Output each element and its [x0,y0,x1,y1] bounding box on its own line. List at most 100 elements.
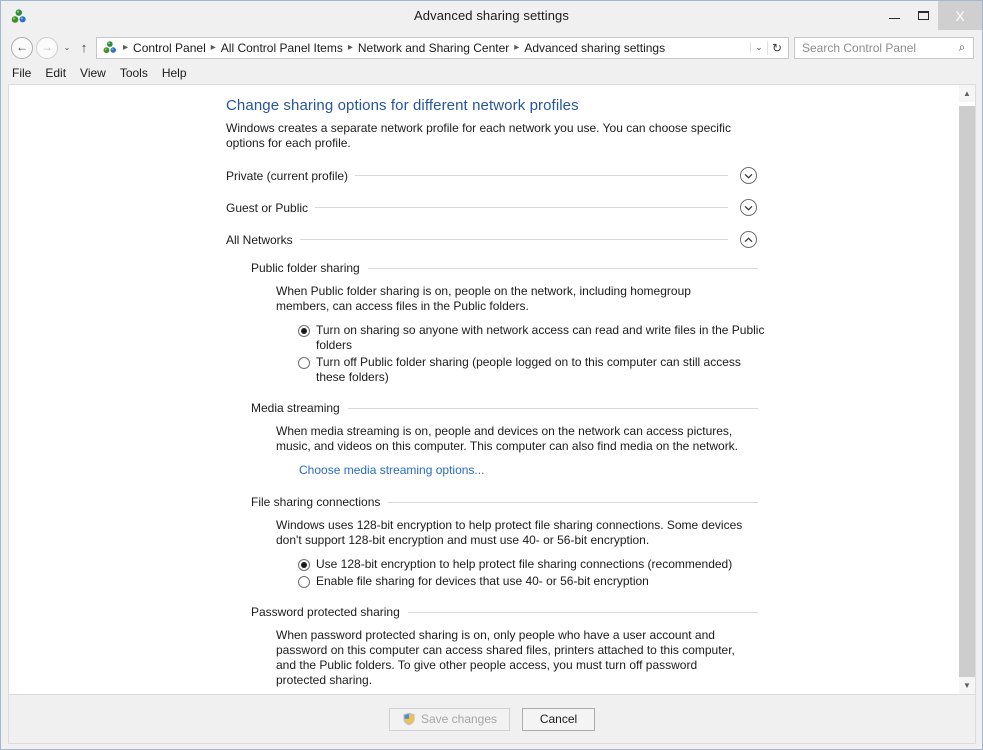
save-changes-button[interactable]: Save changes [388,707,511,731]
breadcrumb-separator: ▸ [123,42,129,53]
radio-icon-selected[interactable] [298,559,310,571]
subsection-header-public-folder-sharing: Public folder sharing [251,261,758,275]
uac-shield-icon [402,712,416,726]
radio-option-use-128-bit-encryption[interactable]: Use 128-bit encryption to help protect f… [298,557,938,572]
page-intro-text: Windows creates a separate network profi… [226,121,731,150]
dialog-button-bar: Save changes Cancel [8,694,976,744]
profile-section-all-networks[interactable]: All Networks [226,229,757,250]
settings-scroll-region: Change sharing options for different net… [9,85,958,694]
section-divider [355,175,728,176]
scrollbar-track[interactable] [959,102,975,677]
menu-bar: File Edit View Tools Help [1,62,982,84]
content-pane: Change sharing options for different net… [8,84,976,694]
menu-help[interactable]: Help [162,64,196,82]
subsection-body-media-streaming: When media streaming is on, people and d… [251,424,938,479]
forward-arrow-icon: → [41,40,53,54]
cancel-button[interactable]: Cancel [522,707,596,731]
window-controls: X [880,1,982,30]
subsection-header-media-streaming: Media streaming [251,401,758,415]
radio-label: Turn off Public folder sharing (people l… [316,355,741,384]
refresh-icon[interactable]: ↻ [767,40,786,55]
minimize-icon [889,18,900,19]
subsection-description: When media streaming is on, people and d… [276,424,739,453]
section-divider [299,239,728,240]
subsection-description: When Public folder sharing is on, people… [276,284,691,313]
profile-label-all-networks: All Networks [226,232,293,247]
profile-section-private[interactable]: Private (current profile) [226,165,757,186]
up-one-level-button[interactable]: ↑ [74,40,94,55]
subsection-header-file-sharing-connections: File sharing connections [251,495,758,509]
search-icon: ⌕ [958,40,966,54]
choose-media-streaming-options-link[interactable]: Choose media streaming options... [276,463,484,477]
subsection-header-password-protected-sharing: Password protected sharing [251,605,758,619]
breadcrumb-item-all-control-panel-items[interactable]: All Control Panel Items [219,41,345,55]
maximize-icon [918,11,929,20]
profile-label-guest-or-public: Guest or Public [226,200,309,215]
section-divider [388,501,758,503]
subsection-body-file-sharing-connections: Windows uses 128-bit encryption to help … [251,518,938,589]
menu-file[interactable]: File [12,64,40,82]
maximize-button[interactable] [909,1,938,30]
radio-option-enable-40-or-56-bit-encryption[interactable]: Enable file sharing for devices that use… [298,574,938,589]
back-arrow-icon: ← [16,40,28,54]
radio-icon-selected[interactable] [298,325,310,337]
scrollbar-thumb[interactable] [959,106,975,677]
scroll-up-button[interactable]: ▲ [959,85,975,102]
radio-icon-unselected[interactable] [298,357,310,369]
section-divider [407,611,758,613]
section-divider [367,267,758,269]
minimize-button[interactable] [880,1,909,30]
profile-label-private: Private (current profile) [226,168,349,183]
breadcrumb-separator: ▸ [210,42,216,53]
profile-section-guest-or-public[interactable]: Guest or Public [226,197,757,218]
search-input[interactable]: Search Control Panel [802,41,955,55]
section-divider [347,407,758,409]
window-advanced-sharing-settings: Advanced sharing settings X ← → ⌄ ↑ ▸ Co… [0,0,983,750]
close-button[interactable]: X [938,1,982,30]
subsection-body-public-folder-sharing: When Public folder sharing is on, people… [251,284,938,385]
forward-button[interactable]: → [36,36,58,59]
cancel-label: Cancel [539,712,578,726]
chevron-down-icon[interactable] [740,167,757,184]
breadcrumb-separator: ▸ [347,42,353,53]
radio-group-file-sharing-connections: Use 128-bit encryption to help protect f… [276,557,938,589]
breadcrumb-item-advanced-sharing-settings[interactable]: Advanced sharing settings [522,41,667,55]
menu-edit[interactable]: Edit [45,64,75,82]
breadcrumb-separator: ▸ [514,42,520,53]
radio-icon-unselected[interactable] [298,576,310,588]
navigation-bar: ← → ⌄ ↑ ▸ Control Panel ▸ All Control Pa… [1,33,982,62]
scroll-up-icon: ▲ [963,88,971,98]
breadcrumb-item-network-and-sharing-center[interactable]: Network and Sharing Center [356,41,511,55]
radio-option-turn-off-public-folder-sharing[interactable]: Turn off Public folder sharing (people l… [298,355,938,385]
subsection-title: Password protected sharing [251,605,400,619]
scroll-down-button[interactable]: ▼ [959,677,975,694]
radio-label: Enable file sharing for devices that use… [316,574,649,588]
subsection-title: Media streaming [251,401,340,415]
subsection-title: File sharing connections [251,495,381,509]
search-box[interactable]: Search Control Panel ⌕ [794,36,974,59]
address-bar[interactable]: ▸ Control Panel ▸ All Control Panel Item… [96,36,789,59]
subsection-body-password-protected-sharing: When password protected sharing is on, o… [251,628,938,694]
menu-view[interactable]: View [80,64,115,82]
subsection-title: Public folder sharing [251,261,360,275]
section-divider [315,207,728,208]
back-button[interactable]: ← [11,36,33,59]
breadcrumb-item-control-panel[interactable]: Control Panel [131,41,208,55]
chevron-up-icon[interactable] [740,231,757,248]
radio-option-turn-on-sharing[interactable]: Turn on sharing so anyone with network a… [298,323,938,353]
radio-label: Turn on sharing so anyone with network a… [316,323,765,352]
all-networks-body: Public folder sharing When Public folder… [226,261,938,694]
breadcrumb: ▸ Control Panel ▸ All Control Panel Item… [120,41,750,55]
subsection-description: When password protected sharing is on, o… [276,628,735,687]
menu-tools[interactable]: Tools [120,64,157,82]
page-title: Change sharing options for different net… [226,97,579,114]
save-changes-label: Save changes [420,712,498,726]
vertical-scrollbar[interactable]: ▲ ▼ [958,85,975,694]
recent-locations-button[interactable]: ⌄ [60,43,74,52]
chevron-down-icon[interactable] [740,199,757,216]
title-bar: Advanced sharing settings X [1,1,982,33]
address-dropdown-icon[interactable]: ⌄ [750,42,767,53]
radio-label: Use 128-bit encryption to help protect f… [316,557,733,571]
window-title: Advanced sharing settings [414,8,569,23]
scroll-down-icon: ▼ [963,680,971,690]
